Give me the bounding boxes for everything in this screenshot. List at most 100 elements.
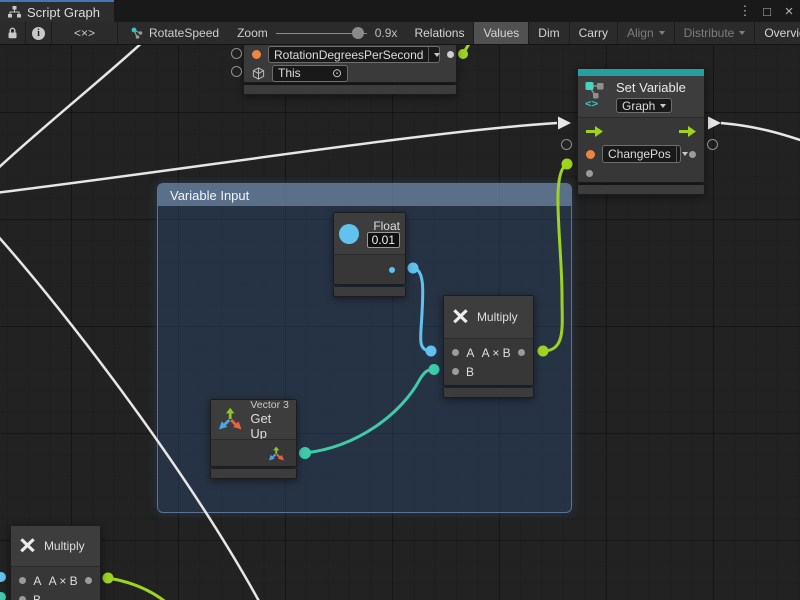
- wire-flow-out-of-set-variable[interactable]: [721, 123, 800, 142]
- node-title: Set Variable: [616, 80, 686, 95]
- node-title: Get Up: [250, 411, 289, 441]
- variable-name-dropdown[interactable]: ChangePos: [602, 145, 681, 163]
- node-accent-bar: [578, 69, 704, 76]
- hierarchy-icon: [8, 6, 21, 18]
- script-graph-window: Script Graph ⋮ □ × i <×>: [0, 0, 800, 600]
- toolbar-button-values[interactable]: Values: [474, 22, 529, 44]
- flow-arrowhead-in: [558, 117, 571, 130]
- zoom-control: Zoom 0.9x: [229, 22, 405, 44]
- port-row: B: [11, 590, 100, 600]
- value-input-port[interactable]: [586, 170, 593, 177]
- cube-icon: [252, 67, 265, 80]
- wire-end-dot-edge[interactable]: [0, 572, 6, 582]
- input-port-hollow[interactable]: [231, 48, 242, 59]
- input-port-a[interactable]: [19, 577, 26, 584]
- target-picker-icon[interactable]: ⊙: [332, 66, 342, 80]
- svg-text:<>: <>: [585, 97, 599, 108]
- output-port-result[interactable]: [518, 349, 525, 356]
- toolbar-button-carry[interactable]: Carry: [570, 22, 618, 44]
- float-value-input[interactable]: 0.01: [367, 232, 400, 248]
- input-port-hollow[interactable]: [561, 139, 572, 150]
- value-output-port[interactable]: [689, 151, 696, 158]
- lock-icon: [7, 27, 18, 39]
- tab-title: Script Graph: [27, 5, 100, 20]
- flow-in-arrow-icon[interactable]: [586, 126, 603, 137]
- zoom-value: 0.9x: [375, 26, 398, 40]
- scope-dropdown[interactable]: Graph: [616, 98, 672, 113]
- toolbar-button-align[interactable]: Align: [618, 22, 675, 44]
- node-footer: [333, 287, 406, 297]
- port-row: [578, 164, 704, 182]
- chevron-down-icon[interactable]: [676, 146, 688, 162]
- graph-icon: [130, 26, 144, 40]
- info-icon: i: [32, 27, 45, 40]
- close-icon[interactable]: ×: [780, 1, 798, 21]
- multiply-icon: ×: [19, 532, 36, 560]
- toolbar-button-distribute[interactable]: Distribute: [675, 22, 756, 44]
- vector3-icon: [218, 407, 243, 432]
- graph-canvas[interactable]: Variable Input: [0, 45, 800, 600]
- input-port-a[interactable]: [452, 349, 459, 356]
- menu-dots-icon[interactable]: ⋮: [736, 1, 754, 21]
- wire-green-top[interactable]: [463, 45, 474, 54]
- wire-end-dot[interactable]: [458, 49, 468, 59]
- flow-arrowhead-out: [708, 117, 721, 130]
- node-float[interactable]: Float 0.01: [333, 212, 406, 297]
- input-port-b[interactable]: [19, 596, 26, 600]
- node-footer: [443, 388, 534, 398]
- input-port-hollow[interactable]: [231, 66, 242, 77]
- node-type-label: Vector 3: [250, 399, 289, 411]
- chevron-down-icon: [659, 31, 665, 35]
- node-title: Multiply: [44, 539, 85, 553]
- code-view-button[interactable]: <×>: [52, 22, 118, 44]
- input-port-b[interactable]: [452, 368, 459, 375]
- port-row: A A × B: [11, 571, 100, 590]
- chevron-down-icon[interactable]: [428, 47, 440, 62]
- chevron-down-icon: [739, 31, 745, 35]
- float-icon: [339, 224, 359, 244]
- node-title: Multiply: [477, 310, 518, 324]
- node-footer: [210, 469, 297, 479]
- variable-name-dropdown[interactable]: RotationDegreesPerSecond: [268, 46, 440, 63]
- group-title: Variable Input: [170, 188, 249, 203]
- toolbar-button-overview[interactable]: Overview: [755, 22, 800, 44]
- flow-port-row: [578, 118, 704, 144]
- output-port-hollow[interactable]: [707, 139, 718, 150]
- vector3-output-port[interactable]: [269, 447, 284, 461]
- port-row: RotationDegreesPerSecond: [244, 45, 456, 64]
- wire-end-dot-edge[interactable]: [0, 592, 6, 600]
- chevron-down-icon: [660, 104, 666, 108]
- output-port-result[interactable]: [85, 577, 92, 584]
- node-set-variable[interactable]: <> Set Variable Graph: [577, 68, 705, 195]
- node-footer: [243, 85, 457, 95]
- value-output-port[interactable]: [447, 51, 454, 58]
- port-row: A A × B: [444, 343, 533, 362]
- graph-breadcrumb[interactable]: RotateSpeed: [118, 22, 229, 44]
- toolbar-button-dim[interactable]: Dim: [529, 22, 569, 44]
- wire-white-topleft[interactable]: [0, 45, 146, 171]
- zoom-slider-handle[interactable]: [352, 27, 364, 39]
- wire-end-dot[interactable]: [103, 573, 114, 584]
- node-get-up[interactable]: Vector 3 Get Up: [210, 399, 297, 479]
- tab-script-graph[interactable]: Script Graph: [0, 0, 114, 22]
- variable-port-dot[interactable]: [586, 150, 595, 159]
- graph-toolbar: i <×> RotateSpeed Zoom 0.9x Relations Va…: [0, 22, 800, 45]
- zoom-label: Zoom: [237, 26, 268, 40]
- maximize-icon[interactable]: □: [758, 1, 776, 21]
- wire-green-bottom[interactable]: [108, 578, 167, 600]
- multiply-icon: ×: [452, 303, 469, 331]
- node-get-variable[interactable]: RotationDegreesPerSecond This ⊙: [243, 45, 457, 95]
- lock-button[interactable]: [0, 22, 26, 44]
- variable-port-dot[interactable]: [252, 50, 261, 59]
- value-output-port[interactable]: [389, 267, 395, 273]
- target-field[interactable]: This ⊙: [272, 65, 348, 82]
- node-multiply-bottom[interactable]: × Multiply A A × B B: [10, 525, 101, 600]
- wire-end-dot[interactable]: [562, 159, 573, 170]
- zoom-slider-track[interactable]: [276, 33, 367, 34]
- flow-out-arrow-icon[interactable]: [679, 126, 696, 137]
- toolbar-button-relations[interactable]: Relations: [405, 22, 474, 44]
- group-header[interactable]: Variable Input: [158, 184, 571, 206]
- inspect-button[interactable]: i: [26, 22, 52, 44]
- node-multiply-group[interactable]: × Multiply A A × B B: [443, 295, 534, 398]
- port-row: B: [444, 362, 533, 381]
